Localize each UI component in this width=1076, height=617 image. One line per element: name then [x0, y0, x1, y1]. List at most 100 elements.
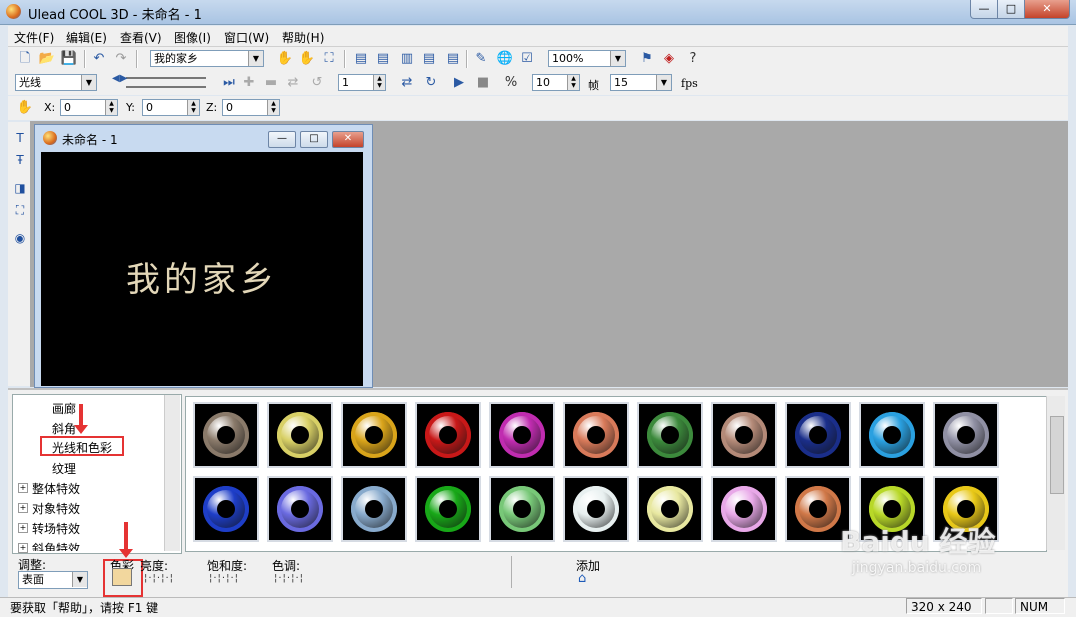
gear-preset-thumbnail[interactable]	[267, 476, 333, 542]
gallery-scrollbar[interactable]	[1046, 396, 1065, 550]
open-folder-icon[interactable]: 📂	[38, 50, 56, 68]
redo-icon[interactable]: ↷	[112, 50, 130, 68]
first-frame-icon[interactable]: ⏭	[220, 74, 238, 92]
color-swatch[interactable]	[112, 568, 132, 586]
add-to-gallery-icon[interactable]: ⌂	[578, 571, 586, 586]
geometry-icon[interactable]: ◉	[11, 230, 29, 248]
rotate-object-icon[interactable]: ✋	[298, 50, 316, 68]
timeline-slider[interactable]: ◀▶	[108, 73, 208, 93]
edit-text-icon[interactable]: Ŧ	[11, 152, 29, 170]
menu-help[interactable]: 帮助(H)	[282, 29, 324, 46]
current-frame-spinner[interactable]: 1 ▲ ▼	[338, 74, 386, 91]
tree-item-bevel[interactable]: 斜角	[52, 420, 76, 437]
gear-preset-thumbnail[interactable]	[489, 402, 555, 468]
stop-icon[interactable]: ■	[474, 74, 492, 92]
loop-frame-icon[interactable]: ↺	[308, 74, 326, 92]
menu-window[interactable]: 窗口(W)	[224, 29, 269, 46]
spin-arrows[interactable]: ▲ ▼	[105, 100, 117, 115]
position-tool-icon[interactable]: ✋	[16, 99, 34, 117]
spin-arrows[interactable]: ▲ ▼	[567, 75, 579, 90]
hue-slider[interactable]: ¦·¦·¦·¦	[274, 573, 304, 587]
help-pointer-icon[interactable]: ?	[684, 50, 702, 68]
document-maximize-button[interactable]: □	[300, 131, 328, 148]
insert-shape-icon[interactable]: ◨	[11, 180, 29, 198]
web-globe-icon[interactable]: 🌐	[496, 50, 514, 68]
refresh-icon[interactable]: ↻	[422, 74, 440, 92]
tree-item-transition-fx[interactable]: 转场特效	[32, 520, 80, 537]
tree-item-object-fx[interactable]: 对象特效	[32, 500, 80, 517]
menu-image[interactable]: 图像(I)	[174, 29, 211, 46]
document-minimize-button[interactable]: —	[268, 131, 296, 148]
gear-preset-thumbnail[interactable]	[193, 476, 259, 542]
view-bottom-icon[interactable]: ▤	[444, 50, 462, 68]
surface-combo[interactable]: 表面 ▼	[18, 571, 88, 589]
gear-preset-thumbnail[interactable]	[489, 476, 555, 542]
percent-icon[interactable]: %	[502, 74, 520, 92]
close-button[interactable]: ✕	[1024, 0, 1070, 19]
mode-combo[interactable]: 光线 ▼	[15, 74, 97, 91]
add-frame-icon[interactable]: ✚	[240, 74, 258, 92]
gear-preset-thumbnail[interactable]	[563, 402, 629, 468]
brightness-slider[interactable]: ¦·¦·¦·¦	[144, 573, 174, 587]
gear-preset-thumbnail[interactable]	[193, 402, 259, 468]
remove-frame-icon[interactable]: ▬	[262, 74, 280, 92]
gear-preset-thumbnail[interactable]	[637, 476, 703, 542]
view-back-icon[interactable]: ▤	[374, 50, 392, 68]
gear-preset-thumbnail[interactable]	[933, 402, 999, 468]
maximize-button[interactable]: □	[997, 0, 1025, 19]
canvas-3d-text[interactable]: 我的家乡	[41, 252, 363, 301]
reverse-frame-icon[interactable]: ⇄	[284, 74, 302, 92]
text-object-combo[interactable]: 我的家乡 ▼	[150, 50, 264, 67]
spin-arrows[interactable]: ▲ ▼	[373, 75, 385, 90]
play-icon[interactable]: ▶	[450, 74, 468, 92]
saturation-slider[interactable]: ¦·¦·¦·¦	[209, 573, 239, 587]
gear-preset-thumbnail[interactable]	[341, 402, 407, 468]
tree-item-gallery[interactable]: 画廊	[52, 400, 76, 417]
expand-icon[interactable]: +	[18, 483, 28, 493]
save-icon[interactable]: 💾	[60, 50, 78, 68]
tree-item-bevel-fx[interactable]: 斜角特效	[32, 540, 80, 551]
minimize-button[interactable]: —	[970, 0, 998, 19]
fps-combo[interactable]: 15 ▼	[610, 74, 672, 91]
resize-object-icon[interactable]: ⛶	[320, 50, 338, 68]
menu-view[interactable]: 查看(V)	[120, 29, 162, 46]
expand-icon[interactable]: +	[18, 523, 28, 533]
gear-preset-thumbnail[interactable]	[415, 476, 481, 542]
gear-preset-thumbnail[interactable]	[563, 476, 629, 542]
gear-preset-thumbnail[interactable]	[341, 476, 407, 542]
expand-icon[interactable]: +	[18, 503, 28, 513]
edit-shape-icon[interactable]: ⛶	[11, 202, 29, 220]
tree-item-global-fx[interactable]: 整体特效	[32, 480, 80, 497]
view-front-icon[interactable]: ▤	[352, 50, 370, 68]
view-side-icon[interactable]: ▥	[398, 50, 416, 68]
x-spinner[interactable]: 0 ▲ ▼	[60, 99, 118, 116]
gear-preset-thumbnail[interactable]	[785, 402, 851, 468]
tree-scrollbar[interactable]	[164, 395, 180, 551]
tree-item-light-color[interactable]: 光线和色彩	[40, 436, 124, 456]
expand-icon[interactable]: +	[18, 543, 28, 553]
gear-preset-thumbnail[interactable]	[637, 402, 703, 468]
total-frames-spinner[interactable]: 10 ▲ ▼	[532, 74, 580, 91]
swap-icon[interactable]: ⇄	[398, 74, 416, 92]
document-close-button[interactable]: ✕	[332, 131, 364, 148]
gear-preset-thumbnail[interactable]	[267, 402, 333, 468]
effect-tool-icon[interactable]: ⚑	[638, 50, 656, 68]
gear-preset-thumbnail[interactable]	[859, 402, 925, 468]
insert-text-icon[interactable]: T	[11, 130, 29, 148]
z-spinner[interactable]: 0 ▲ ▼	[222, 99, 280, 116]
gear-preset-thumbnail[interactable]	[415, 402, 481, 468]
y-spinner[interactable]: 0 ▲ ▼	[142, 99, 200, 116]
view-top-icon[interactable]: ▤	[420, 50, 438, 68]
color-tool-icon[interactable]: ◈	[660, 50, 678, 68]
scrollbar-thumb[interactable]	[1050, 416, 1064, 494]
spin-arrows[interactable]: ▲ ▼	[187, 100, 199, 115]
hand-pan-icon[interactable]: ✋	[276, 50, 294, 68]
checkbox-tool-icon[interactable]: ☑	[518, 50, 536, 68]
insert-graphic-icon[interactable]: ✎	[472, 50, 490, 68]
undo-icon[interactable]: ↶	[90, 50, 108, 68]
menu-edit[interactable]: 编辑(E)	[66, 29, 107, 46]
gear-preset-thumbnail[interactable]	[711, 402, 777, 468]
new-file-icon[interactable]: 🗋	[16, 50, 34, 68]
spin-arrows[interactable]: ▲ ▼	[267, 100, 279, 115]
zoom-combo[interactable]: 100% ▼	[548, 50, 626, 67]
